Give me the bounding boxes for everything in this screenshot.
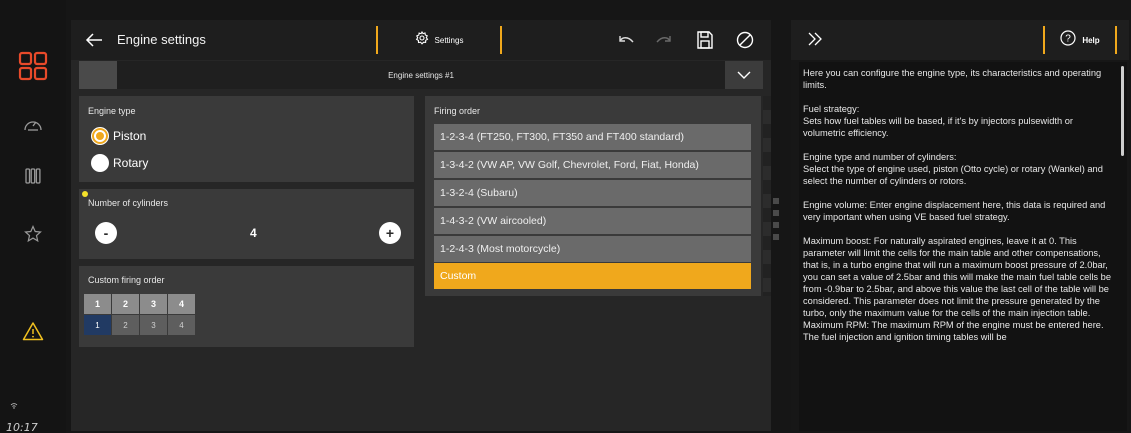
warning-icon[interactable]	[0, 318, 66, 344]
help-paragraph: Fuel strategy: Sets how fuel tables will…	[803, 104, 1073, 138]
tab-settings-label: Settings	[434, 35, 464, 45]
help-scrollbar[interactable]	[1121, 66, 1124, 156]
grid-header-cell: 4	[168, 294, 195, 314]
svg-text:?: ?	[1066, 33, 1072, 44]
radio-rotary-label: Rotary	[113, 156, 149, 170]
help-toolbar: ? Help	[791, 20, 1129, 60]
custom-firing-order-title: Custom firing order	[88, 275, 165, 285]
grid-value-cell[interactable]: 4	[168, 315, 195, 335]
help-paragraph: Engine volume: Enter engine displacement…	[803, 200, 1106, 222]
decrease-cylinders-button[interactable]: -	[95, 222, 117, 244]
custom-firing-order-card: Custom firing order 1 2 3 4 1 2 3 4	[79, 266, 414, 347]
radio-piston[interactable]: Piston	[91, 127, 146, 145]
back-arrow-icon[interactable]	[85, 32, 103, 48]
cylinders-card: Number of cylinders - 4 +	[79, 189, 414, 259]
firing-order-option-selected[interactable]: Custom	[434, 263, 751, 289]
help-paragraph: Maximum boost: For naturally aspirated e…	[803, 236, 1112, 342]
gauge-icon[interactable]	[0, 112, 66, 136]
page-title: Engine settings	[117, 32, 206, 47]
gear-icon	[415, 30, 429, 50]
cancel-icon[interactable]	[735, 30, 755, 50]
grid-value-cell[interactable]: 3	[140, 315, 167, 335]
tab-settings[interactable]: Settings	[376, 26, 502, 54]
save-icon[interactable]	[695, 30, 715, 50]
grid-header-cell: 1	[84, 294, 111, 314]
firing-order-option[interactable]: 1-3-4-2 (VW AP, VW Golf, Chevrolet, Ford…	[434, 152, 751, 178]
clock: 10:17	[6, 421, 38, 433]
radio-on-icon	[91, 127, 109, 145]
grid-header-cell: 2	[112, 294, 139, 314]
profile-prev	[79, 61, 117, 89]
help-panel: ? Help Here you can configure the engine…	[791, 20, 1129, 431]
radio-off-icon	[91, 154, 109, 172]
engine-type-title: Engine type	[88, 106, 136, 116]
engine-type-card: Engine type Piston Rotary	[79, 96, 414, 182]
firing-order-option[interactable]: 1-3-2-4 (Subaru)	[434, 180, 751, 206]
help-paragraph: Here you can configure the engine type, …	[803, 68, 1102, 90]
cylinders-title: Number of cylinders	[88, 198, 169, 208]
question-circle-icon: ?	[1060, 29, 1076, 51]
star-icon[interactable]	[0, 222, 66, 246]
grid-header-cell: 3	[140, 294, 167, 314]
engine-settings-panel: Engine settings Settings Engine settings…	[71, 20, 771, 431]
increase-cylinders-button[interactable]: +	[379, 222, 401, 244]
help-text: Here you can configure the engine type, …	[799, 62, 1127, 431]
firing-order-title: Firing order	[434, 106, 481, 116]
toolbar: Engine settings Settings	[71, 20, 771, 60]
help-button[interactable]: ? Help	[1043, 26, 1117, 54]
firing-order-option[interactable]: 1-2-4-3 (Most motorcycle)	[434, 236, 751, 262]
profile-name: Engine settings #1	[117, 61, 725, 89]
redo-icon[interactable]	[654, 30, 674, 50]
chevron-down-icon[interactable]	[725, 61, 763, 89]
custom-order-header: 1 2 3 4	[84, 294, 196, 314]
profile-selector[interactable]: Engine settings #1	[79, 61, 763, 89]
firing-order-option[interactable]: 1-2-3-4 (FT250, FT300, FT350 and FT400 s…	[434, 124, 751, 150]
custom-order-values: 1 2 3 4	[84, 315, 196, 335]
cylinders-value: 4	[250, 226, 257, 240]
modified-indicator	[82, 191, 88, 197]
double-chevron-right-icon[interactable]	[807, 31, 823, 52]
grid-value-cell[interactable]: 2	[112, 315, 139, 335]
firing-order-option[interactable]: 1-4-3-2 (VW aircooled)	[434, 208, 751, 234]
grid-value-cell[interactable]: 1	[84, 315, 111, 335]
undo-icon[interactable]	[616, 30, 636, 50]
firing-order-card: Firing order 1-2-3-4 (FT250, FT300, FT35…	[425, 96, 761, 296]
help-paragraph: Engine type and number of cylinders: Sel…	[803, 152, 1103, 186]
nav-rail: 10:17	[0, 0, 66, 433]
panel-edge-stripes	[763, 96, 771, 296]
radio-piston-label: Piston	[113, 129, 147, 143]
columns-icon[interactable]	[0, 164, 66, 188]
panel-resize-handle[interactable]	[773, 198, 781, 246]
help-button-label: Help	[1082, 35, 1100, 45]
wifi-icon	[10, 396, 18, 414]
radio-rotary[interactable]: Rotary	[91, 154, 148, 172]
grid-apps-icon[interactable]	[0, 48, 66, 84]
